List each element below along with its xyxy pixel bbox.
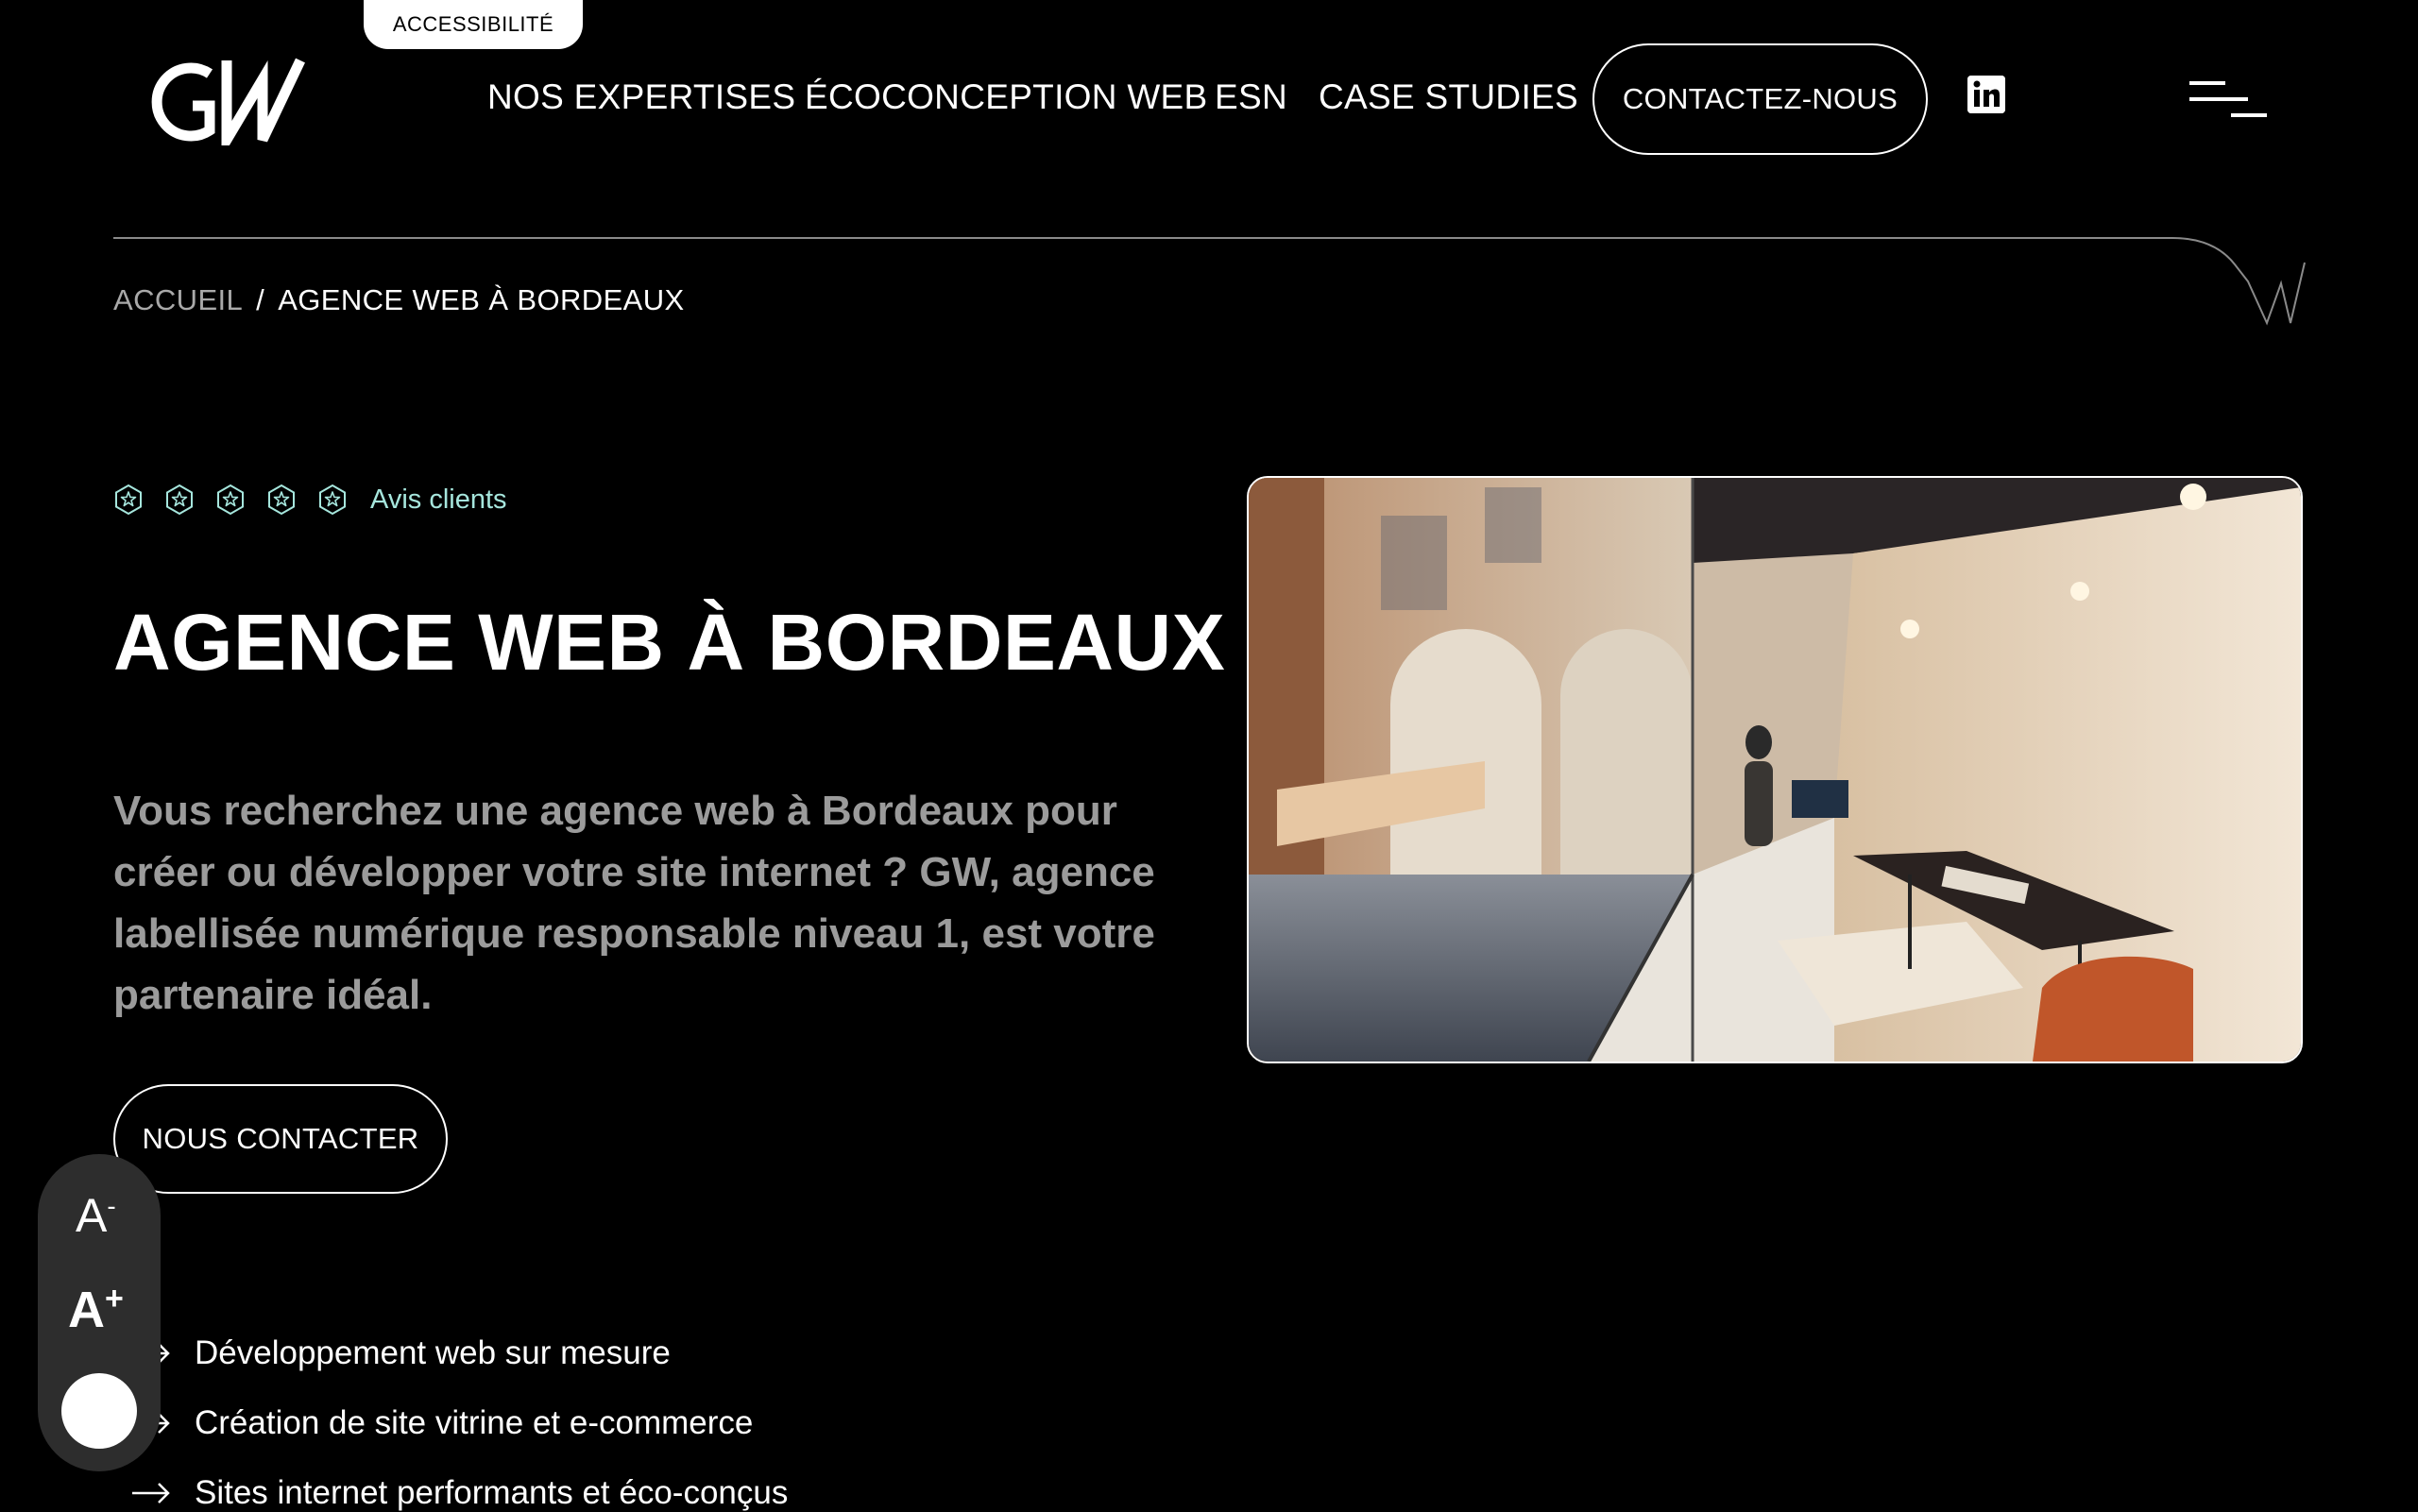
decrease-font-label: A [76,1189,108,1242]
contact-us-button[interactable]: CONTACTEZ-NOUS [1592,43,1928,155]
contact-cta-button[interactable]: NOUS CONTACTER [113,1084,448,1194]
nav-item-case-studies[interactable]: CASE STUDIES [1319,77,1578,117]
customer-reviews-rating[interactable]: Avis clients [113,484,507,516]
list-item: Développement web sur mesure [132,1334,671,1372]
increase-font-button[interactable]: A+ [68,1281,134,1339]
office-photo [1247,476,2303,1063]
gw-logo[interactable] [149,57,305,145]
accessibility-tab[interactable]: ACCESSIBILITÉ [364,0,583,49]
nav-item-esn[interactable]: ESN [1215,77,1287,117]
page-title: AGENCE WEB À BORDEAUX [113,598,1226,687]
star-badge-icon [115,484,142,516]
feature-label: Développement web sur mesure [195,1334,671,1371]
breadcrumb-home-link[interactable]: ACCUEIL [113,283,243,316]
feature-label: Création de site vitrine et e-commerce [195,1404,754,1441]
arrow-right-icon [132,1483,170,1504]
linkedin-icon[interactable] [1967,76,2005,113]
star-badge-icon [319,484,346,516]
nav-item-ecoconception[interactable]: ÉCOCONCEPTION WEB [805,77,1208,117]
linkedin-glyph-icon [1967,76,2005,113]
breadcrumb-current: AGENCE WEB À BORDEAUX [278,283,685,316]
list-item: Création de site vitrine et e-commerce [132,1404,753,1442]
hamburger-menu-icon[interactable] [2189,79,2267,119]
nav-item-expertises[interactable]: NOS EXPERTISES [487,77,795,117]
star-badge-icon [217,484,244,516]
office-interior-illustration [1249,478,2301,1062]
star-badge-icon [268,484,295,516]
increase-font-label: A [68,1282,105,1338]
list-item: Sites internet performants et éco-conçus [132,1474,788,1512]
decrease-font-sup: - [107,1191,116,1221]
star-badge-icon [166,484,193,516]
font-size-widget: A- A+ [38,1154,161,1471]
decrease-font-button[interactable]: A- [76,1188,132,1243]
feature-label: Sites internet performants et éco-conçus [195,1474,789,1511]
intro-paragraph: Vous recherchez une agence web à Bordeau… [113,788,1155,1018]
reviews-label[interactable]: Avis clients [370,484,507,516]
increase-font-sup: + [105,1281,124,1317]
breadcrumb-separator: / [256,283,265,316]
contrast-toggle[interactable] [61,1373,137,1449]
breadcrumb: ACCUEIL / AGENCE WEB À BORDEAUX [113,283,685,317]
